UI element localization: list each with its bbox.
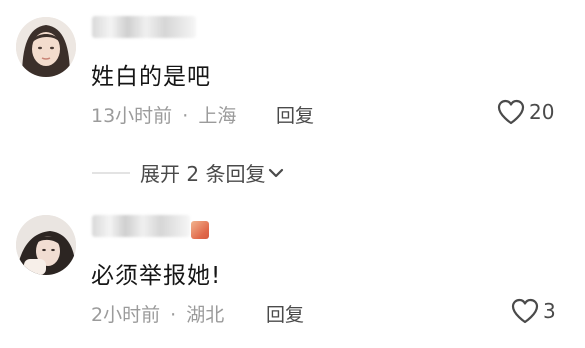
heart-outline-icon: [511, 298, 539, 324]
user-badge: [191, 221, 209, 239]
avatar[interactable]: [16, 215, 76, 275]
reply-button[interactable]: 回复: [266, 300, 304, 327]
comment-meta: 2小时前 · 湖北: [91, 300, 224, 327]
comment-location: 湖北: [186, 304, 225, 326]
like-button[interactable]: 3: [511, 298, 556, 324]
comment-text: 必须举报她!: [91, 263, 222, 289]
comment-time: 2小时前: [91, 304, 161, 326]
like-count: 3: [543, 299, 556, 323]
username-blurred[interactable]: [92, 215, 190, 237]
comment-item: 必须举报她! 2小时前 · 湖北 回复 3: [0, 0, 585, 348]
meta-separator: ·: [170, 304, 177, 326]
